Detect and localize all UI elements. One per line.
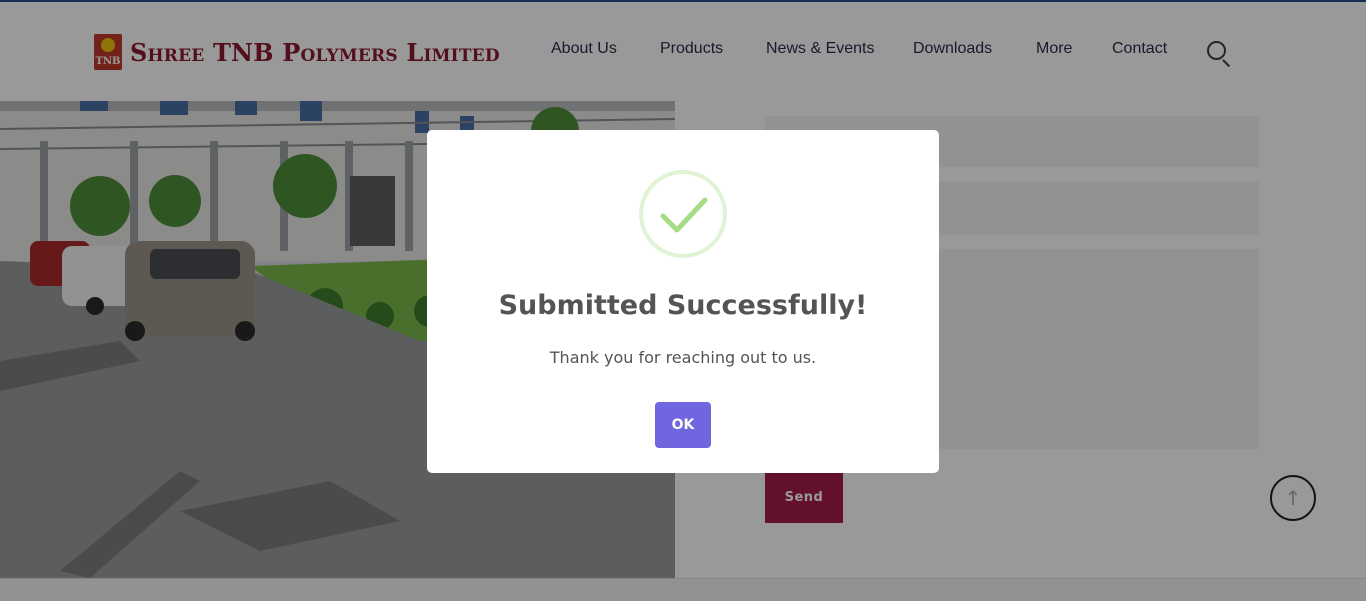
check-mark-icon <box>660 197 708 233</box>
ok-button[interactable]: OK <box>655 402 711 448</box>
success-check-icon <box>639 170 727 258</box>
dialog-title: Submitted Successfully! <box>498 290 868 321</box>
dialog-message: Thank you for reaching out to us. <box>549 348 817 367</box>
success-dialog: Submitted Successfully! Thank you for re… <box>427 130 939 473</box>
